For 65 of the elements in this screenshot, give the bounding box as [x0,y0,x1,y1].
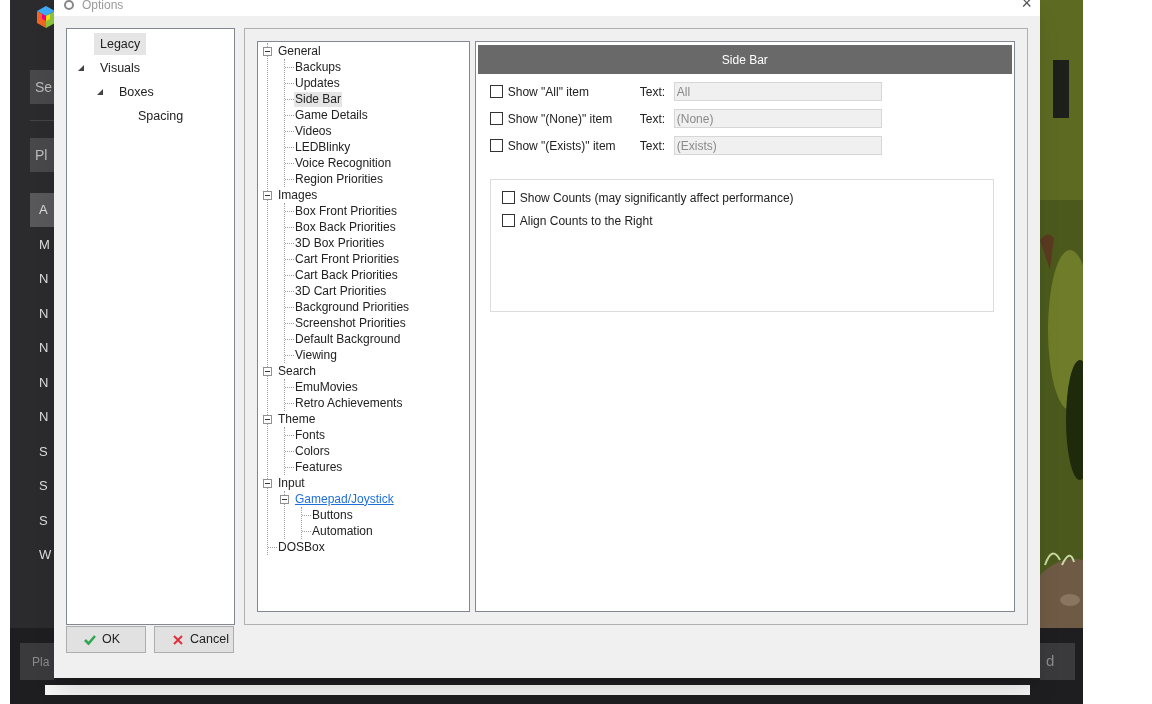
checkbox-label: Show "(Exists)" item [507,137,617,155]
checkbox[interactable] [501,214,515,227]
sidebar-item[interactable]: N [30,262,54,296]
tree-item[interactable]: Automation [311,523,374,539]
tree-item[interactable]: Retro Achievements [294,395,404,411]
ok-button[interactable]: OK [66,626,146,653]
tree-item[interactable]: Game Details [294,107,369,123]
cross-icon [172,633,184,646]
sidebar-item[interactable]: N [30,331,54,365]
tree-item[interactable]: EmuMovies [294,379,359,395]
sidebar-item[interactable]: S [30,434,54,469]
tree-item[interactable]: Spacing [132,105,190,127]
tree-item[interactable]: Fonts [294,427,326,443]
tree-item[interactable]: Search [277,363,318,379]
sidebar-item[interactable]: N [30,400,54,434]
tree-item[interactable]: 3D Cart Priorities [294,283,388,299]
field-label: Text: [639,83,667,101]
tree-item[interactable]: Updates [294,75,341,91]
tree-item[interactable]: Box Front Priorities [294,203,399,219]
tree-item[interactable]: Side Bar [294,91,343,107]
window-title: Options [82,0,124,14]
tree-item[interactable]: Videos [294,123,333,139]
panel-header: Side Bar [477,45,1012,74]
sidebar-item[interactable]: S [30,469,54,503]
sidebar-item[interactable]: A [30,193,54,227]
tree-item[interactable]: Cart Front Priorities [294,251,401,267]
tree-item[interactable]: Input [277,475,306,491]
tree-item[interactable]: Default Background [294,331,402,347]
tree-item[interactable]: General [277,43,322,59]
checkmark-icon [84,633,96,646]
sidebar-item[interactable]: S [30,503,54,538]
tree-item[interactable]: Visuals [94,57,147,79]
checkbox-label: Show "All" item [507,83,590,101]
tree-item[interactable]: 3D Box Priorities [294,235,386,251]
checkbox[interactable] [501,191,515,204]
sidebar-item[interactable]: M [30,227,54,262]
tree-item[interactable]: Screenshot Priorities [294,315,407,331]
tree-item[interactable]: Features [294,459,344,475]
tree-item[interactable]: Theme [277,411,317,427]
field-label: Text: [639,137,667,155]
checkbox-label: Align Counts to the Right [519,212,653,230]
tree-item[interactable]: Boxes [113,81,160,103]
tree-item[interactable]: Viewing [294,347,338,363]
tree-item[interactable]: DOSBox [277,539,326,555]
cancel-button[interactable]: Cancel [154,626,234,653]
tree-item[interactable]: Backups [294,59,343,75]
tree-item[interactable]: Cart Back Priorities [294,267,399,283]
tree-item[interactable]: Legacy [94,33,147,55]
checkbox-label: Show "(None)" item [507,110,614,128]
tree-item[interactable]: Gamepad/Joystick [294,491,395,507]
sidebar-button[interactable]: Pl [30,138,54,172]
tree-item[interactable]: Voice Recognition [294,155,393,171]
field-label: Text: [639,110,667,128]
tree-item[interactable]: Images [277,187,319,203]
tree-item[interactable]: Box Back Priorities [294,219,397,235]
sidebar-item[interactable]: N [30,296,54,331]
sidebar-button[interactable]: Se [30,70,54,104]
sidebar-item[interactable]: W [30,538,54,572]
checkbox-label: Show Counts (may significantly affect performance) [519,189,794,207]
tree-item[interactable]: LEDBlinky [294,139,352,155]
tree-item[interactable]: Colors [294,443,331,459]
tree-item[interactable]: Buttons [311,507,354,523]
tree-item[interactable]: Background Priorities [294,299,411,315]
sidebar-item[interactable]: N [30,365,54,400]
tree-item[interactable]: Region Priorities [294,171,385,187]
